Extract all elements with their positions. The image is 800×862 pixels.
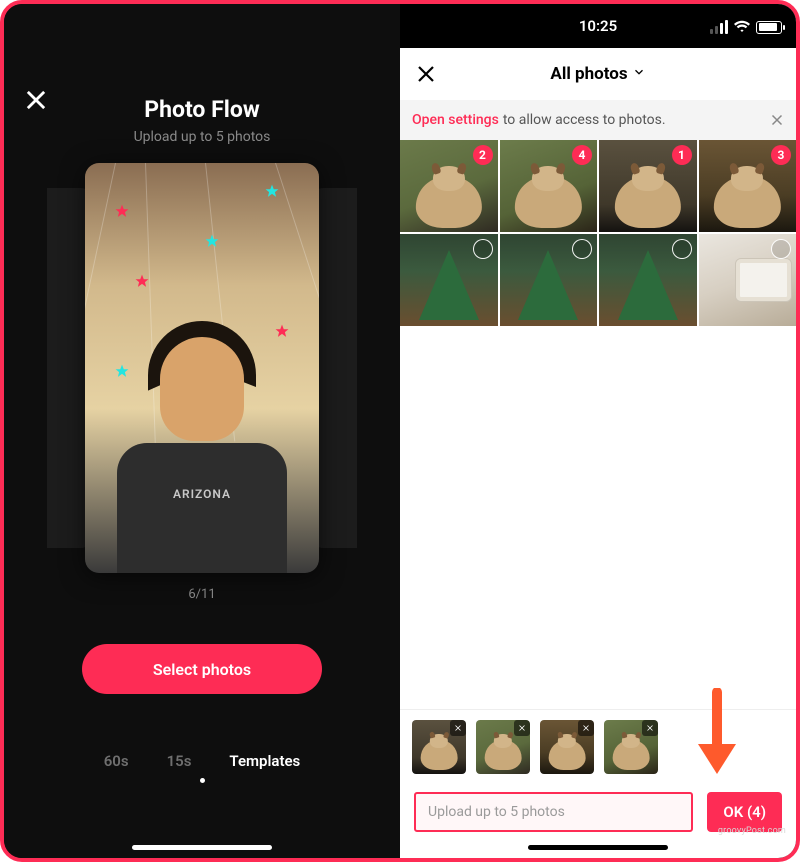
- template-preview[interactable]: ARIZONA: [85, 163, 319, 573]
- picker-header: All photos: [400, 48, 796, 100]
- selection-circle[interactable]: [572, 239, 592, 259]
- notice-text: to allow access to photos.: [503, 112, 666, 128]
- photo-thumbnail[interactable]: [500, 234, 598, 326]
- photo-thumbnail[interactable]: [400, 234, 498, 326]
- template-preview-carousel[interactable]: ARIZONA: [4, 163, 400, 573]
- home-indicator[interactable]: [132, 845, 272, 850]
- battery-icon: [756, 21, 782, 34]
- close-icon[interactable]: [22, 86, 50, 114]
- preview-person: ARIZONA: [112, 313, 292, 573]
- photo-grid: 2 4 1 3: [400, 140, 796, 326]
- selection-badge: 1: [672, 145, 692, 165]
- selection-circle[interactable]: [771, 239, 791, 259]
- selection-circle[interactable]: [672, 239, 692, 259]
- photo-thumbnail[interactable]: [699, 234, 797, 326]
- photo-thumbnail[interactable]: 4: [500, 140, 598, 232]
- dismiss-notice-icon[interactable]: [768, 111, 786, 129]
- ok-button-label: OK (4): [723, 803, 766, 821]
- upload-limit-text: Upload up to 5 photos: [428, 804, 565, 820]
- selected-thumbnail[interactable]: [604, 720, 658, 774]
- photo-thumbnail[interactable]: 2: [400, 140, 498, 232]
- remove-selection-icon[interactable]: [450, 720, 466, 736]
- photo-thumbnail[interactable]: [599, 234, 697, 326]
- tab-15s[interactable]: 15s: [167, 752, 192, 770]
- status-bar: 10:25: [400, 4, 796, 48]
- selected-row: [400, 709, 796, 782]
- template-counter: 6/11: [4, 587, 400, 602]
- watermark: groovyPost.com: [718, 826, 786, 836]
- template-title: Photo Flow: [4, 96, 400, 123]
- selected-thumbnail[interactable]: [540, 720, 594, 774]
- signal-icon: [710, 20, 728, 34]
- template-subtitle: Upload up to 5 photos: [4, 129, 400, 145]
- album-selector[interactable]: All photos: [550, 64, 645, 84]
- pager-dot: [200, 778, 205, 783]
- shirt-text: ARIZONA: [117, 487, 287, 501]
- selection-badge: 3: [771, 145, 791, 165]
- chevron-down-icon: [632, 64, 646, 84]
- mode-tabs: 60s 15s Templates: [4, 752, 400, 770]
- template-header: Photo Flow Upload up to 5 photos: [4, 96, 400, 145]
- tab-templates[interactable]: Templates: [229, 752, 300, 770]
- remove-selection-icon[interactable]: [578, 720, 594, 736]
- remove-selection-icon[interactable]: [514, 720, 530, 736]
- select-photos-label: Select photos: [153, 660, 251, 679]
- selected-thumbnail[interactable]: [412, 720, 466, 774]
- select-photos-button[interactable]: Select photos: [82, 644, 322, 694]
- photo-picker-panel: 10:25 All photos: [400, 4, 796, 858]
- selection-badge: 4: [572, 145, 592, 165]
- template-panel: Photo Flow Upload up to 5 photos ARIZONA: [4, 4, 400, 858]
- selection-badge: 2: [473, 145, 493, 165]
- photo-thumbnail[interactable]: 3: [699, 140, 797, 232]
- close-icon[interactable]: [414, 62, 438, 86]
- home-indicator[interactable]: [528, 845, 668, 850]
- selected-thumbnail[interactable]: [476, 720, 530, 774]
- picker-title-label: All photos: [550, 64, 627, 84]
- selection-circle[interactable]: [473, 239, 493, 259]
- permission-notice: Open settings to allow access to photos.: [400, 100, 796, 140]
- tab-60s[interactable]: 60s: [104, 752, 129, 770]
- next-template-peek[interactable]: [313, 188, 357, 548]
- photo-thumbnail[interactable]: 1: [599, 140, 697, 232]
- bottom-bar: Upload up to 5 photos OK (4): [400, 782, 796, 858]
- status-time: 10:25: [579, 17, 617, 35]
- wifi-icon: [734, 18, 750, 36]
- status-icons: [710, 18, 782, 36]
- upload-limit-highlight: Upload up to 5 photos: [414, 792, 693, 832]
- blank-area: [400, 326, 796, 709]
- remove-selection-icon[interactable]: [642, 720, 658, 736]
- open-settings-link[interactable]: Open settings: [412, 112, 499, 128]
